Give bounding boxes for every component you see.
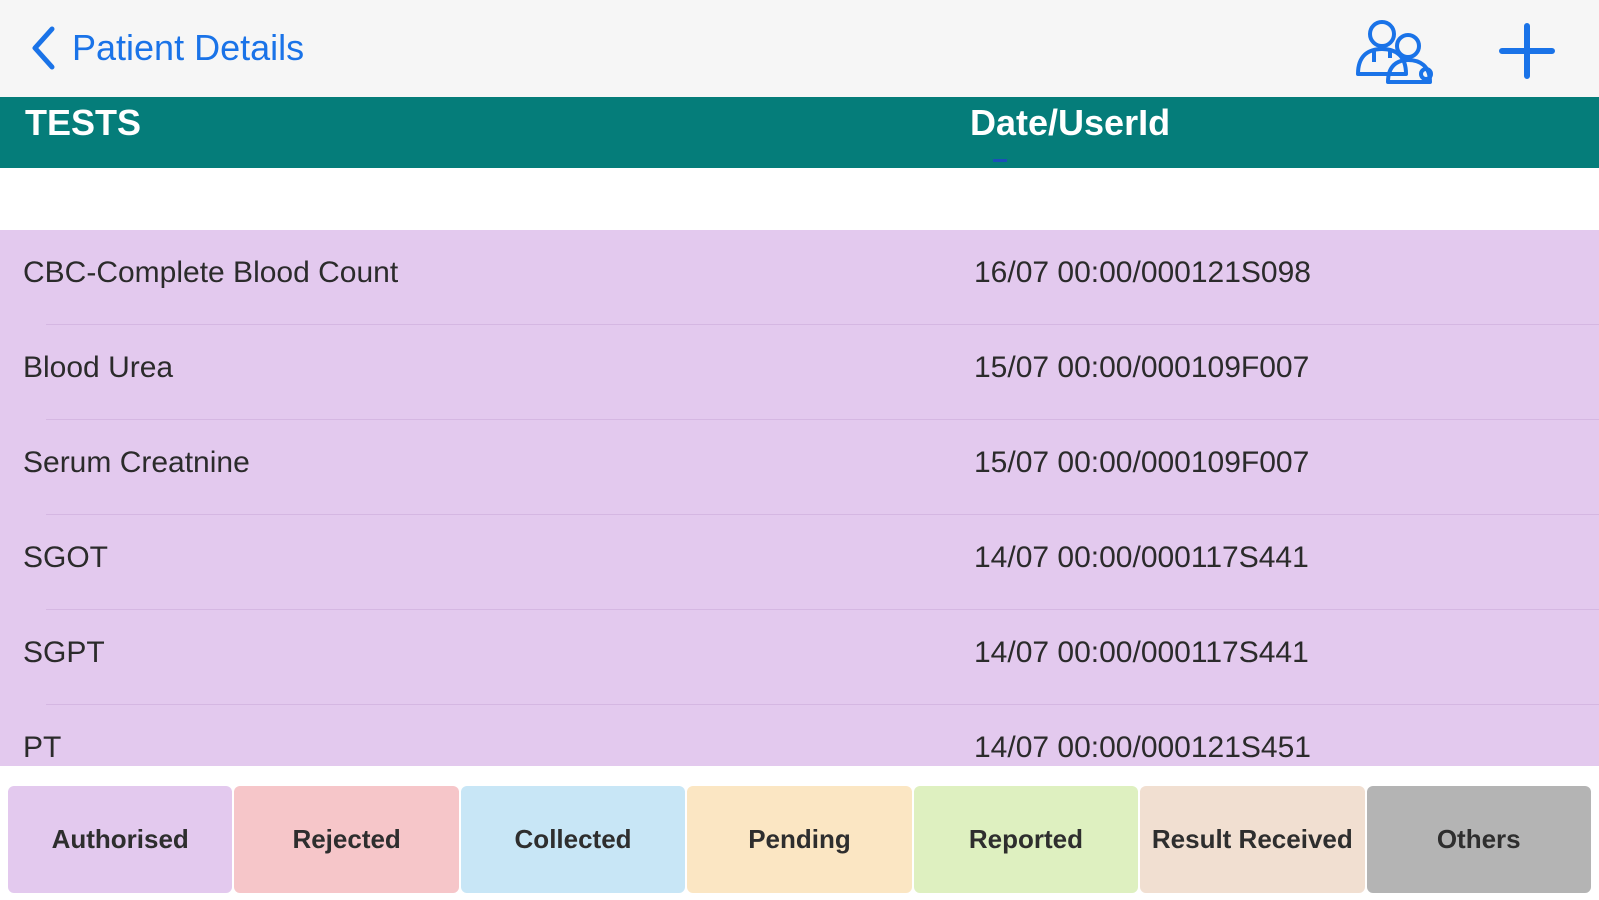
column-header-tests[interactable]: TESTS (25, 102, 141, 144)
legend-result-received[interactable]: Result Received (1140, 786, 1365, 893)
legend-pending[interactable]: Pending (687, 786, 912, 893)
test-name: CBC-Complete Blood Count (23, 256, 399, 289)
test-date-userid: 15/07 00:00/000109F007 (974, 351, 1310, 384)
test-name: PT (23, 731, 62, 764)
test-date-userid: 14/07 00:00/000117S441 (974, 636, 1309, 669)
test-name: SGOT (23, 541, 109, 574)
table-row[interactable]: SGPT 14/07 00:00/000117S441 (0, 610, 1599, 705)
test-date-userid: 15/07 00:00/000109F007 (974, 446, 1310, 479)
spacer (0, 168, 1599, 230)
test-name: Blood Urea (23, 351, 174, 384)
legend-rejected[interactable]: Rejected (234, 786, 459, 893)
plus-icon[interactable] (1498, 22, 1556, 80)
back-label: Patient Details (72, 27, 305, 68)
legend-authorised[interactable]: Authorised (8, 786, 233, 893)
legend-reported[interactable]: Reported (913, 786, 1139, 893)
table-row[interactable]: PT 14/07 00:00/000121S451 (0, 705, 1599, 766)
table-row[interactable]: CBC-Complete Blood Count 16/07 00:00/000… (0, 230, 1599, 325)
test-date-userid: 16/07 00:00/000121S098 (974, 256, 1311, 289)
test-date-userid: 14/07 00:00/000121S451 (974, 731, 1311, 764)
table-header: TESTS Date/UserId (0, 97, 1599, 168)
column-header-date-userid[interactable]: Date/UserId (970, 102, 1170, 144)
header-indicator (993, 159, 1007, 162)
chevron-left-icon (32, 26, 55, 70)
doctors-icon[interactable] (1352, 16, 1438, 86)
test-date-userid: 14/07 00:00/000117S441 (974, 541, 1309, 574)
table-row[interactable]: Blood Urea 15/07 00:00/000109F007 (0, 325, 1599, 420)
test-name: SGPT (23, 636, 105, 669)
table-row[interactable]: Serum Creatnine 15/07 00:00/000109F007 (0, 420, 1599, 515)
table-row[interactable]: SGOT 14/07 00:00/000117S441 (0, 515, 1599, 610)
back-button[interactable]: Patient Details (28, 22, 304, 74)
status-legend: Authorised Rejected Collected Pending Re… (8, 786, 1591, 893)
legend-collected[interactable]: Collected (460, 786, 686, 893)
navigation-bar: Patient Details (0, 0, 1599, 97)
test-name: Serum Creatnine (23, 446, 250, 479)
legend-others[interactable]: Others (1366, 786, 1591, 893)
tests-list[interactable]: CBC-Complete Blood Count 16/07 00:00/000… (0, 230, 1599, 766)
